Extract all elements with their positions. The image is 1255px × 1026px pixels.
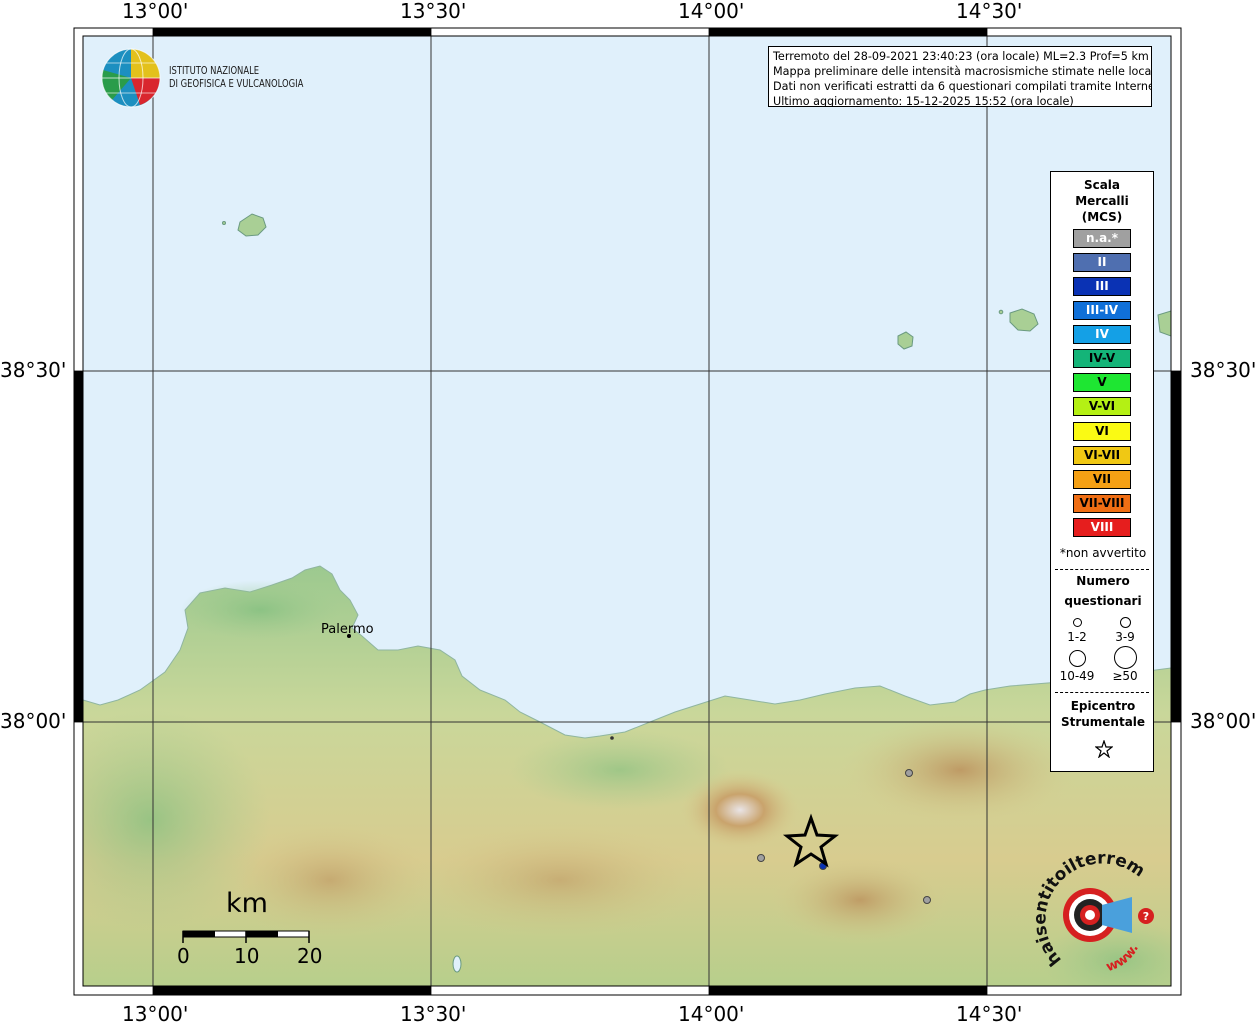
legend-note: *non avvertito	[1059, 546, 1147, 560]
mcs-swatch-iv-v: IV-V	[1073, 349, 1131, 368]
mcs-swatch-v: V	[1073, 373, 1131, 392]
institute-name-line2: DI GEOFISICA E VULCANOLOGIA	[169, 77, 304, 90]
epicenter-title-line1: Epicentro	[1070, 699, 1136, 713]
epicenter-title-line2: Strumentale	[1060, 715, 1146, 729]
mcs-swatch-viii: VIII	[1073, 518, 1131, 537]
mcs-swatch-iii: III	[1073, 277, 1131, 296]
count-label-3-9: 3-9	[1115, 630, 1135, 644]
count-circle-1-2	[1073, 618, 1082, 627]
mcs-swatch-vii: VII	[1073, 470, 1131, 489]
scale-bar-tick: 20	[297, 944, 323, 968]
institute-name-line1: ISTITUTO NAZIONALE	[169, 64, 260, 77]
event-info-box: Terremoto del 28-09-2021 23:40:23 (ora l…	[768, 46, 1152, 107]
event-info-line2: Mappa preliminare delle intensità macros…	[773, 65, 1152, 78]
legend-divider	[1055, 692, 1149, 693]
event-info-line1: Terremoto del 28-09-2021 23:40:23 (ora l…	[773, 50, 1149, 63]
legend-title-line1: Scala	[1083, 178, 1121, 192]
ingv-logo-icon	[101, 48, 161, 108]
scale-bar-tick: 10	[234, 944, 260, 968]
count-circle-3-9	[1120, 617, 1131, 628]
lat-label-left: 38°30'	[0, 358, 67, 382]
mcs-swatch-iv: IV	[1073, 325, 1131, 344]
scale-bar-tick: 0	[177, 944, 190, 968]
count-label-50: ≥50	[1112, 669, 1138, 683]
lon-label-top: 13°30'	[400, 0, 467, 23]
legend-title-line2: Mercalli	[1075, 194, 1129, 208]
lon-label-top: 13°00'	[122, 0, 189, 23]
lon-label-top: 14°30'	[956, 0, 1023, 23]
island-salina	[1157, 310, 1171, 337]
observation-point[interactable]	[905, 769, 913, 777]
mcs-swatch-vi-vii: VI-VII	[1073, 446, 1131, 465]
svg-text:?: ?	[1143, 910, 1149, 923]
lake	[452, 955, 462, 973]
count-circle-10-49	[1069, 650, 1086, 667]
legend-title-line3: (MCS)	[1081, 210, 1123, 224]
relief-nebrodi	[840, 715, 1080, 825]
mcs-swatch-v-vi: V-VI	[1073, 397, 1131, 416]
mcs-swatch-na: n.a.*	[1073, 229, 1131, 248]
legend-star-icon	[1095, 740, 1113, 758]
relief-green-coast	[510, 730, 730, 810]
legend-divider	[1055, 569, 1149, 570]
mcs-swatch-vii-viii: VII-VIII	[1073, 494, 1131, 513]
mcs-swatch-iii-iv: III-IV	[1073, 301, 1131, 320]
relief-green-north	[180, 580, 340, 640]
count-title-line1: Numero	[1076, 574, 1130, 588]
event-info-line3: Dati non verificati estratti da 6 questi…	[773, 80, 1152, 93]
lon-label-bottom: 13°00'	[122, 1002, 189, 1026]
count-label-1-2: 1-2	[1067, 630, 1087, 644]
event-info-line4: Ultimo aggiornamento: 15-12-2025 15:52 (…	[773, 95, 1074, 107]
observation-point[interactable]	[757, 854, 765, 862]
observation-point[interactable]	[923, 896, 931, 904]
lon-label-bottom: 13°30'	[400, 1002, 467, 1026]
legend: Scala Mercalli (MCS) n.a.* II III III-IV…	[1050, 171, 1154, 772]
count-circle-50	[1114, 646, 1137, 669]
lon-label-top: 14°00'	[678, 0, 745, 23]
lat-label-right: 38°00'	[1190, 709, 1255, 733]
institute-name: ISTITUTO NAZIONALE DI GEOFISICA E VULCAN…	[169, 64, 303, 90]
mcs-swatch-ii: II	[1073, 253, 1131, 272]
mcs-swatch-vi: VI	[1073, 422, 1131, 441]
lat-label-left: 38°00'	[0, 709, 67, 733]
scale-bar-unit: km	[226, 888, 268, 919]
relief-south	[410, 820, 710, 940]
lon-label-bottom: 14°30'	[956, 1002, 1023, 1026]
lat-label-right: 38°30'	[1190, 358, 1255, 382]
town-marker	[610, 736, 614, 740]
islet-filicudi-small	[998, 309, 1004, 315]
islet-ustica-small	[222, 221, 226, 225]
count-title-line2: questionari	[1064, 594, 1142, 608]
count-label-10-49: 10-49	[1059, 669, 1095, 683]
legend-title: Scala Mercalli (MCS)	[1051, 177, 1153, 225]
lon-label-bottom: 14°00'	[678, 1002, 745, 1026]
city-label-palermo: Palermo	[321, 622, 374, 637]
